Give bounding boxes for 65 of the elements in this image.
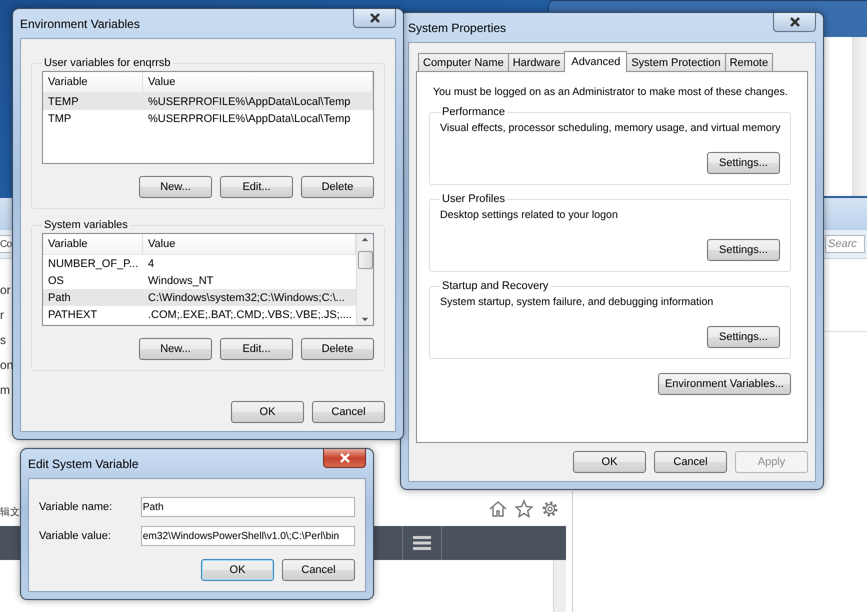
group-label: User variables for enqrrsb	[43, 57, 172, 69]
group-description: System startup, system failure, and debugging information	[440, 296, 714, 308]
list-button[interactable]: Edit...	[220, 338, 293, 360]
dialog-button[interactable]: Cancel	[312, 401, 385, 423]
group-description: Visual effects, processor scheduling, memory usage, and virtual memory	[440, 122, 780, 134]
close-button[interactable]	[323, 449, 366, 468]
input-field[interactable]: em32\WindowsPowerShell\v1.0\;C:\Perl\bin	[140, 526, 355, 546]
scrollbar[interactable]	[852, 37, 867, 196]
page-text: 辑文	[0, 506, 20, 518]
close-button[interactable]	[353, 9, 396, 28]
list-button[interactable]: Delete	[301, 176, 374, 198]
group-label: System variables	[43, 219, 129, 231]
settings-button[interactable]: Settings...	[707, 239, 780, 261]
list-row[interactable]: PATHEXT .COM;.EXE;.BAT;.CMD;.VBS;.VBE;.JS;....	[43, 306, 356, 323]
window-title: Environment Variables	[20, 16, 140, 30]
menu-icon[interactable]	[412, 535, 432, 551]
close-icon	[368, 13, 380, 23]
down-arrow-icon[interactable]	[361, 317, 369, 322]
input-field[interactable]: Path	[140, 497, 355, 517]
dialog-button[interactable]: OK	[231, 401, 304, 423]
field-label: Variable name:	[39, 501, 114, 513]
tab[interactable]: Computer Name	[418, 53, 509, 71]
group-label: Startup and Recovery	[441, 280, 550, 292]
settings-icon[interactable]	[540, 498, 560, 518]
group-label: User Profiles	[441, 193, 506, 205]
window-title: System Properties	[408, 20, 506, 34]
star-icon[interactable]	[514, 498, 534, 518]
dialog-button[interactable]: OK	[573, 451, 646, 473]
list-row[interactable]: OS Windows_NT	[43, 272, 356, 289]
tab[interactable]: Hardware	[508, 53, 566, 71]
column-header[interactable]: Variable	[43, 234, 143, 254]
scrollbar[interactable]	[356, 234, 373, 325]
window-title: Edit System Variable	[28, 456, 138, 470]
up-arrow-icon[interactable]	[361, 237, 369, 242]
scrollbar[interactable]	[553, 560, 566, 612]
dialog-button[interactable]: Cancel	[654, 451, 727, 473]
notice-text: You must be logged on as an Administrator to make most of these changes.	[433, 86, 789, 98]
home-icon[interactable]	[488, 498, 508, 518]
column-header[interactable]: Value	[143, 72, 373, 92]
close-icon	[788, 17, 800, 27]
scroll-thumb[interactable]	[358, 251, 372, 269]
input-field[interactable]: Co	[0, 235, 11, 253]
column-header[interactable]: Variable	[43, 72, 143, 92]
field-label: Variable value:	[39, 530, 112, 542]
close-button[interactable]	[773, 13, 816, 32]
list-row[interactable]: Path C:\Windows\system32;C:\Windows;C:\...	[43, 289, 356, 306]
list-button[interactable]: Delete	[301, 338, 374, 360]
group-description: Desktop settings related to your logon	[440, 209, 619, 221]
list-button[interactable]: New...	[139, 176, 212, 198]
dialog-button[interactable]: OK	[201, 559, 274, 581]
list-button[interactable]: New...	[139, 338, 212, 360]
tab[interactable]: System Protection	[626, 53, 726, 71]
settings-button[interactable]: Settings...	[707, 326, 780, 348]
tab[interactable]: Remote	[724, 53, 774, 71]
settings-button[interactable]: Settings...	[707, 152, 780, 174]
environment-variables-button[interactable]: Environment Variables...	[658, 373, 791, 395]
list-row[interactable]: TMP %USERPROFILE%\AppData\Local\Temp	[43, 110, 373, 127]
tab[interactable]: Advanced	[564, 51, 628, 72]
search-field[interactable]: Searc	[825, 235, 865, 253]
dialog-button[interactable]: Cancel	[282, 559, 355, 581]
group-label: Performance	[441, 106, 506, 118]
list-row[interactable]: TEMP %USERPROFILE%\AppData\Local\Temp	[43, 93, 373, 110]
list-row[interactable]: NUMBER_OF_P... 4	[43, 255, 356, 272]
list-button[interactable]: Edit...	[220, 176, 293, 198]
close-icon	[338, 453, 350, 463]
